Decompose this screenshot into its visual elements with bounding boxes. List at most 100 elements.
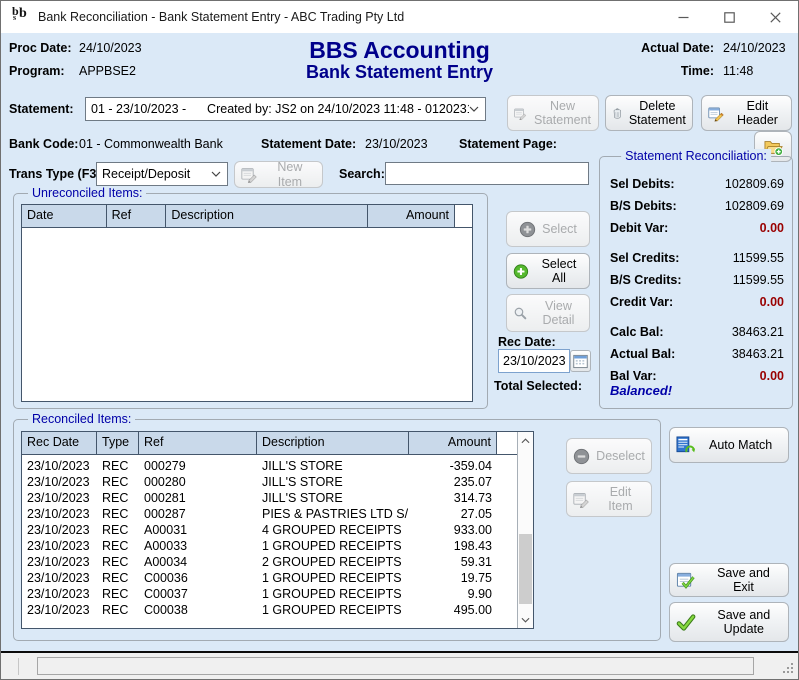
cell-ref: A00031 bbox=[139, 522, 257, 538]
minimize-button[interactable] bbox=[660, 1, 706, 33]
edit-header-button[interactable]: Edit Header bbox=[701, 95, 792, 131]
status-bar-cell bbox=[5, 658, 19, 675]
title-bar: bsb Bank Reconciliation - Bank Statement… bbox=[1, 1, 798, 33]
statement-label: Statement: bbox=[9, 102, 74, 116]
trans-type-value: Receipt/Deposit bbox=[97, 167, 211, 181]
actual-date-value: 24/10/2023 bbox=[723, 41, 786, 55]
search-input[interactable] bbox=[385, 162, 589, 185]
column-header-amount[interactable]: Amount bbox=[409, 432, 497, 454]
cell-type: REC bbox=[97, 554, 139, 570]
column-header-date[interactable]: Date bbox=[22, 205, 107, 227]
scrollbar-thumb[interactable] bbox=[519, 534, 532, 605]
table-row[interactable]: 23/10/2023REC000280JILL'S STORE235.07 bbox=[22, 474, 533, 490]
new-statement-button[interactable]: New Statement bbox=[507, 95, 599, 131]
cell-amount: 19.75 bbox=[409, 570, 497, 586]
reconciled-group-label: Reconciled Items: bbox=[28, 412, 135, 426]
select-all-button[interactable]: Select All bbox=[506, 253, 590, 289]
select-label: Select bbox=[542, 222, 577, 236]
reconciliation-row: Actual Bal: 38463.21 bbox=[610, 343, 784, 365]
save-and-exit-button[interactable]: Save and Exit bbox=[669, 563, 789, 597]
reconciled-table: Rec Date Type Ref Description Amount 23/… bbox=[21, 431, 534, 629]
deselect-button[interactable]: Deselect bbox=[566, 438, 652, 474]
cell-date: 23/10/2023 bbox=[22, 586, 97, 602]
reconciliation-row-label: Sel Debits: bbox=[610, 177, 675, 191]
column-header-amount[interactable]: Amount bbox=[368, 205, 455, 227]
column-header-ref[interactable]: Ref bbox=[107, 205, 167, 227]
reconciliation-row-value: 38463.21 bbox=[732, 347, 784, 361]
table-row[interactable]: 23/10/2023RECA000331 GROUPED RECEIPTS198… bbox=[22, 538, 533, 554]
vertical-scrollbar[interactable] bbox=[517, 432, 533, 628]
reconciliation-row-label: Sel Credits: bbox=[610, 251, 679, 265]
rec-date-picker-button[interactable] bbox=[570, 350, 591, 372]
trans-type-select[interactable]: Receipt/Deposit bbox=[96, 162, 228, 186]
resize-grip-icon[interactable] bbox=[781, 661, 795, 675]
column-header-ref[interactable]: Ref bbox=[139, 432, 257, 454]
bank-code-value: 01 - Commonwealth Bank bbox=[79, 137, 223, 151]
cell-date: 23/10/2023 bbox=[22, 538, 97, 554]
save-and-update-button[interactable]: Save and Update bbox=[669, 602, 789, 642]
table-row[interactable]: 23/10/2023RECA000314 GROUPED RECEIPTS933… bbox=[22, 522, 533, 538]
select-button[interactable]: Select bbox=[506, 211, 590, 247]
close-button[interactable] bbox=[752, 1, 798, 33]
auto-match-button[interactable]: Auto Match bbox=[669, 427, 789, 463]
cell-type: REC bbox=[97, 538, 139, 554]
column-header-rec-date[interactable]: Rec Date bbox=[22, 432, 97, 454]
app-window: bsb Bank Reconciliation - Bank Statement… bbox=[0, 0, 799, 680]
table-row[interactable]: 23/10/2023RECC000381 GROUPED RECEIPTS495… bbox=[22, 602, 533, 618]
note-edit-icon bbox=[514, 104, 527, 123]
edit-item-button[interactable]: Edit Item bbox=[566, 481, 652, 517]
save-and-update-label: Save and Update bbox=[706, 608, 782, 637]
table-row[interactable]: 23/10/2023RECC000361 GROUPED RECEIPTS19.… bbox=[22, 570, 533, 586]
reconciliation-row: Debit Var:0.00 bbox=[610, 217, 784, 239]
window-title: Bank Reconciliation - Bank Statement Ent… bbox=[38, 10, 404, 24]
save-and-exit-label: Save and Exit bbox=[705, 566, 782, 595]
note-edit-icon bbox=[241, 166, 258, 183]
table-row[interactable]: 23/10/2023RECA000342 GROUPED RECEIPTS59.… bbox=[22, 554, 533, 570]
cell-desc: JILL'S STORE bbox=[257, 458, 409, 474]
cell-type: REC bbox=[97, 490, 139, 506]
cell-desc: JILL'S STORE bbox=[257, 474, 409, 490]
cell-amount: 235.07 bbox=[409, 474, 497, 490]
unreconciled-group-label: Unreconciled Items: bbox=[28, 186, 146, 200]
reconciliation-row-value: 38463.21 bbox=[732, 325, 784, 339]
trash-icon bbox=[612, 104, 623, 123]
chevron-up-icon bbox=[521, 438, 530, 444]
reconciled-table-body[interactable]: 23/10/2023REC000279JILL'S STORE-359.0423… bbox=[22, 455, 533, 618]
maximize-button[interactable] bbox=[706, 1, 752, 33]
circle-plus-icon bbox=[519, 221, 536, 238]
reconciliation-row-label: Debit Var: bbox=[610, 221, 668, 235]
statement-select-value: 01 - 23/10/2023 - Created by: JS2 on 24/… bbox=[86, 102, 469, 116]
cell-desc: 1 GROUPED RECEIPTS bbox=[257, 586, 409, 602]
bank-code-label: Bank Code: bbox=[9, 137, 78, 151]
new-item-button[interactable]: New Item bbox=[234, 161, 323, 188]
cell-ref: C00038 bbox=[139, 602, 257, 618]
cell-desc: JILL'S STORE bbox=[257, 490, 409, 506]
minimize-icon bbox=[678, 12, 689, 23]
edit-header-label: Edit Header bbox=[730, 99, 785, 128]
delete-statement-button[interactable]: Delete Statement bbox=[605, 95, 693, 131]
auto-match-label: Auto Match bbox=[709, 438, 772, 452]
column-header-description[interactable]: Description bbox=[257, 432, 409, 454]
cell-amount: 314.73 bbox=[409, 490, 497, 506]
table-row[interactable]: 23/10/2023REC000279JILL'S STORE-359.04 bbox=[22, 458, 533, 474]
cell-type: REC bbox=[97, 458, 139, 474]
balanced-status: Balanced! bbox=[610, 383, 672, 398]
cell-ref: C00037 bbox=[139, 586, 257, 602]
cell-ref: 000280 bbox=[139, 474, 257, 490]
column-header-description[interactable]: Description bbox=[166, 205, 368, 227]
reconciled-table-header: Rec Date Type Ref Description Amount bbox=[22, 432, 533, 455]
column-header-gutter bbox=[497, 432, 519, 454]
view-detail-button[interactable]: View Detail bbox=[506, 294, 590, 332]
scroll-up-arrow[interactable] bbox=[518, 433, 533, 448]
column-header-gutter bbox=[455, 205, 472, 227]
cell-ref: C00036 bbox=[139, 570, 257, 586]
reconciliation-row-label: B/S Debits: bbox=[610, 199, 677, 213]
table-row[interactable]: 23/10/2023REC000281JILL'S STORE314.73 bbox=[22, 490, 533, 506]
statement-select[interactable]: 01 - 23/10/2023 - Created by: JS2 on 24/… bbox=[85, 97, 486, 121]
table-row[interactable]: 23/10/2023REC000287PIES & PASTRIES LTD S… bbox=[22, 506, 533, 522]
table-row[interactable]: 23/10/2023RECC000371 GROUPED RECEIPTS9.9… bbox=[22, 586, 533, 602]
rec-date-input[interactable] bbox=[498, 349, 570, 373]
reconciliation-row-label: Actual Bal: bbox=[610, 347, 675, 361]
scroll-down-arrow[interactable] bbox=[518, 612, 533, 627]
column-header-type[interactable]: Type bbox=[97, 432, 139, 454]
